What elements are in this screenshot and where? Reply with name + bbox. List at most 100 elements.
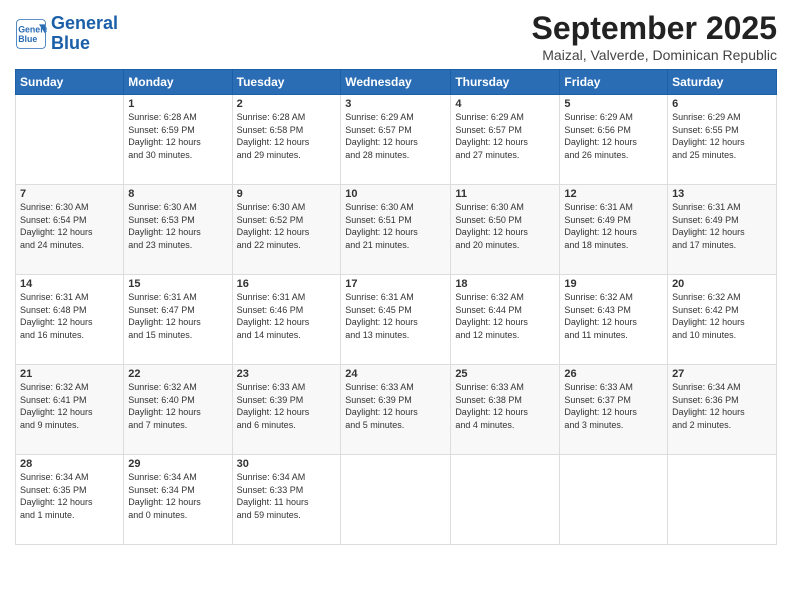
day-number: 30 [237,458,337,470]
day-info: Sunrise: 6:30 AM Sunset: 6:54 PM Dayligh… [20,201,119,251]
calendar-cell [341,455,451,545]
day-number: 12 [564,188,663,200]
day-number: 16 [237,278,337,290]
calendar-cell [451,455,560,545]
day-number: 21 [20,368,119,380]
day-info: Sunrise: 6:28 AM Sunset: 6:59 PM Dayligh… [128,111,227,161]
calendar-header-saturday: Saturday [668,70,777,95]
header: General Blue General Blue September 2025… [15,10,777,63]
logo-text-line2: Blue [51,34,118,54]
calendar-cell: 30Sunrise: 6:34 AM Sunset: 6:33 PM Dayli… [232,455,341,545]
day-info: Sunrise: 6:34 AM Sunset: 6:36 PM Dayligh… [672,381,772,431]
calendar-cell: 22Sunrise: 6:32 AM Sunset: 6:40 PM Dayli… [124,365,232,455]
day-info: Sunrise: 6:29 AM Sunset: 6:57 PM Dayligh… [345,111,446,161]
day-number: 14 [20,278,119,290]
day-info: Sunrise: 6:30 AM Sunset: 6:51 PM Dayligh… [345,201,446,251]
day-number: 7 [20,188,119,200]
day-info: Sunrise: 6:30 AM Sunset: 6:50 PM Dayligh… [455,201,555,251]
calendar-header-tuesday: Tuesday [232,70,341,95]
calendar-cell: 11Sunrise: 6:30 AM Sunset: 6:50 PM Dayli… [451,185,560,275]
calendar-cell [560,455,668,545]
calendar-week-1: 7Sunrise: 6:30 AM Sunset: 6:54 PM Daylig… [16,185,777,275]
day-number: 18 [455,278,555,290]
day-number: 29 [128,458,227,470]
day-number: 26 [564,368,663,380]
day-info: Sunrise: 6:31 AM Sunset: 6:48 PM Dayligh… [20,291,119,341]
calendar-cell: 21Sunrise: 6:32 AM Sunset: 6:41 PM Dayli… [16,365,124,455]
calendar-cell: 3Sunrise: 6:29 AM Sunset: 6:57 PM Daylig… [341,95,451,185]
day-info: Sunrise: 6:31 AM Sunset: 6:49 PM Dayligh… [564,201,663,251]
day-number: 28 [20,458,119,470]
day-number: 6 [672,98,772,110]
calendar-cell: 15Sunrise: 6:31 AM Sunset: 6:47 PM Dayli… [124,275,232,365]
calendar-cell: 26Sunrise: 6:33 AM Sunset: 6:37 PM Dayli… [560,365,668,455]
day-info: Sunrise: 6:32 AM Sunset: 6:42 PM Dayligh… [672,291,772,341]
calendar-cell: 29Sunrise: 6:34 AM Sunset: 6:34 PM Dayli… [124,455,232,545]
day-info: Sunrise: 6:29 AM Sunset: 6:55 PM Dayligh… [672,111,772,161]
day-info: Sunrise: 6:33 AM Sunset: 6:38 PM Dayligh… [455,381,555,431]
calendar-cell: 13Sunrise: 6:31 AM Sunset: 6:49 PM Dayli… [668,185,777,275]
calendar-cell: 28Sunrise: 6:34 AM Sunset: 6:35 PM Dayli… [16,455,124,545]
day-number: 19 [564,278,663,290]
day-info: Sunrise: 6:29 AM Sunset: 6:56 PM Dayligh… [564,111,663,161]
day-number: 11 [455,188,555,200]
title-section: September 2025 Maizal, Valverde, Dominic… [532,10,777,63]
calendar-cell [16,95,124,185]
day-info: Sunrise: 6:31 AM Sunset: 6:46 PM Dayligh… [237,291,337,341]
day-number: 13 [672,188,772,200]
day-info: Sunrise: 6:34 AM Sunset: 6:34 PM Dayligh… [128,471,227,521]
calendar-header-thursday: Thursday [451,70,560,95]
calendar-week-3: 21Sunrise: 6:32 AM Sunset: 6:41 PM Dayli… [16,365,777,455]
calendar-header-sunday: Sunday [16,70,124,95]
day-info: Sunrise: 6:34 AM Sunset: 6:33 PM Dayligh… [237,471,337,521]
day-info: Sunrise: 6:33 AM Sunset: 6:39 PM Dayligh… [345,381,446,431]
calendar-header-monday: Monday [124,70,232,95]
day-number: 8 [128,188,227,200]
calendar-cell: 18Sunrise: 6:32 AM Sunset: 6:44 PM Dayli… [451,275,560,365]
calendar-cell: 25Sunrise: 6:33 AM Sunset: 6:38 PM Dayli… [451,365,560,455]
day-info: Sunrise: 6:32 AM Sunset: 6:44 PM Dayligh… [455,291,555,341]
day-info: Sunrise: 6:33 AM Sunset: 6:37 PM Dayligh… [564,381,663,431]
day-number: 17 [345,278,446,290]
calendar-cell: 17Sunrise: 6:31 AM Sunset: 6:45 PM Dayli… [341,275,451,365]
calendar-cell: 10Sunrise: 6:30 AM Sunset: 6:51 PM Dayli… [341,185,451,275]
day-info: Sunrise: 6:33 AM Sunset: 6:39 PM Dayligh… [237,381,337,431]
day-info: Sunrise: 6:30 AM Sunset: 6:53 PM Dayligh… [128,201,227,251]
calendar-week-4: 28Sunrise: 6:34 AM Sunset: 6:35 PM Dayli… [16,455,777,545]
calendar-cell: 8Sunrise: 6:30 AM Sunset: 6:53 PM Daylig… [124,185,232,275]
calendar-cell: 6Sunrise: 6:29 AM Sunset: 6:55 PM Daylig… [668,95,777,185]
calendar-cell: 24Sunrise: 6:33 AM Sunset: 6:39 PM Dayli… [341,365,451,455]
calendar-cell: 19Sunrise: 6:32 AM Sunset: 6:43 PM Dayli… [560,275,668,365]
calendar-cell: 4Sunrise: 6:29 AM Sunset: 6:57 PM Daylig… [451,95,560,185]
day-info: Sunrise: 6:32 AM Sunset: 6:41 PM Dayligh… [20,381,119,431]
day-number: 27 [672,368,772,380]
day-info: Sunrise: 6:31 AM Sunset: 6:49 PM Dayligh… [672,201,772,251]
calendar-cell: 1Sunrise: 6:28 AM Sunset: 6:59 PM Daylig… [124,95,232,185]
logo-text-line1: General [51,14,118,34]
svg-text:Blue: Blue [18,34,37,44]
day-info: Sunrise: 6:32 AM Sunset: 6:43 PM Dayligh… [564,291,663,341]
calendar-cell: 9Sunrise: 6:30 AM Sunset: 6:52 PM Daylig… [232,185,341,275]
calendar-header-wednesday: Wednesday [341,70,451,95]
day-number: 15 [128,278,227,290]
logo-icon: General Blue [15,18,47,50]
day-info: Sunrise: 6:29 AM Sunset: 6:57 PM Dayligh… [455,111,555,161]
calendar-cell: 14Sunrise: 6:31 AM Sunset: 6:48 PM Dayli… [16,275,124,365]
month-title: September 2025 [532,10,777,47]
calendar-week-0: 1Sunrise: 6:28 AM Sunset: 6:59 PM Daylig… [16,95,777,185]
day-info: Sunrise: 6:28 AM Sunset: 6:58 PM Dayligh… [237,111,337,161]
calendar-week-2: 14Sunrise: 6:31 AM Sunset: 6:48 PM Dayli… [16,275,777,365]
day-info: Sunrise: 6:34 AM Sunset: 6:35 PM Dayligh… [20,471,119,521]
subtitle: Maizal, Valverde, Dominican Republic [532,47,777,63]
calendar-cell: 12Sunrise: 6:31 AM Sunset: 6:49 PM Dayli… [560,185,668,275]
calendar-header-row: SundayMondayTuesdayWednesdayThursdayFrid… [16,70,777,95]
calendar-cell: 16Sunrise: 6:31 AM Sunset: 6:46 PM Dayli… [232,275,341,365]
day-number: 2 [237,98,337,110]
day-number: 23 [237,368,337,380]
day-number: 10 [345,188,446,200]
calendar-cell: 2Sunrise: 6:28 AM Sunset: 6:58 PM Daylig… [232,95,341,185]
day-info: Sunrise: 6:30 AM Sunset: 6:52 PM Dayligh… [237,201,337,251]
calendar-cell: 5Sunrise: 6:29 AM Sunset: 6:56 PM Daylig… [560,95,668,185]
day-number: 1 [128,98,227,110]
day-info: Sunrise: 6:31 AM Sunset: 6:45 PM Dayligh… [345,291,446,341]
